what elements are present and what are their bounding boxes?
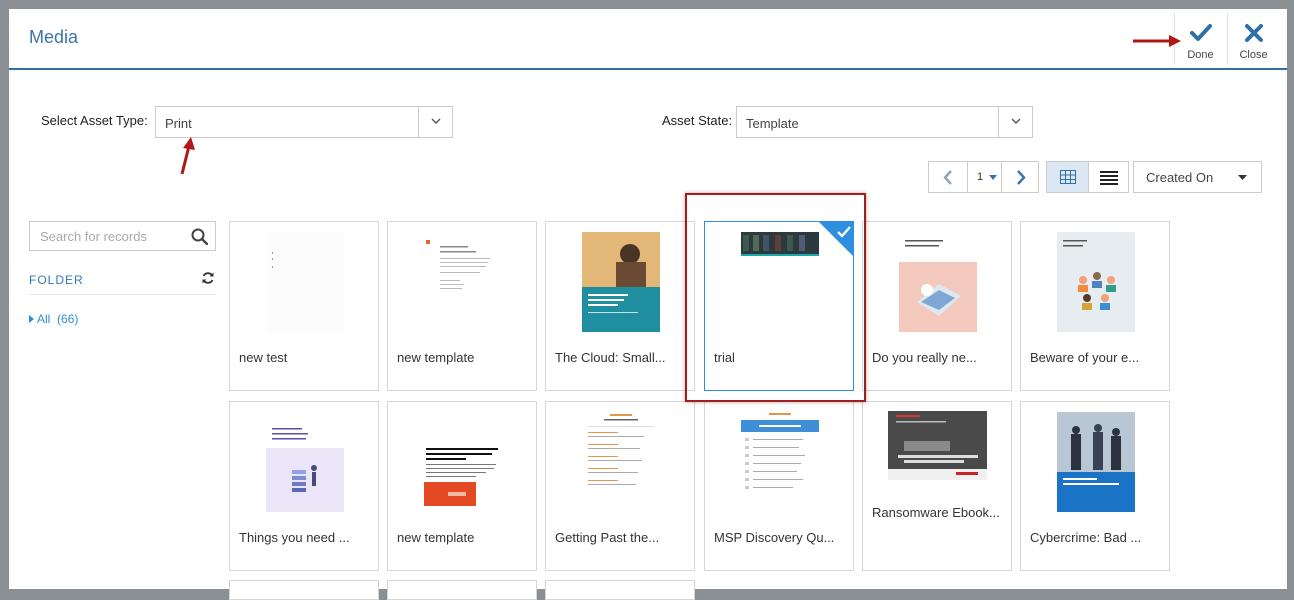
asset-card[interactable]: new template	[387, 401, 537, 571]
annotation-arrow-asset-type	[180, 137, 195, 175]
done-label: Done	[1187, 49, 1214, 61]
refresh-icon[interactable]	[201, 271, 215, 285]
asset-name: The Cloud: Small...	[555, 350, 666, 365]
asset-thumbnail	[424, 412, 502, 512]
asset-name: Beware of your e...	[1030, 350, 1140, 365]
grid-view-button[interactable]	[1046, 161, 1089, 193]
asset-type-value: Print	[165, 116, 192, 131]
asset-card[interactable]: Things you need ...	[229, 401, 379, 571]
asset-name: new template	[397, 530, 475, 545]
asset-state-label: Asset State:	[662, 113, 733, 128]
sort-value: Created On	[1146, 170, 1214, 185]
close-label: Close	[1239, 49, 1268, 61]
modal-header: Media Done Close	[9, 9, 1287, 70]
asset-thumbnail	[582, 232, 660, 332]
prev-page-button[interactable]	[928, 161, 968, 193]
media-modal: Media Done Close Select Asset Type: Prin…	[9, 9, 1287, 600]
asset-name: Ransomware Ebook...	[872, 505, 1000, 520]
asset-state-value: Template	[746, 116, 799, 131]
list-icon	[1100, 171, 1118, 185]
asset-card-selected[interactable]: trial	[704, 221, 854, 391]
next-page-button[interactable]	[1001, 161, 1039, 193]
folder-all-count: (66)	[57, 312, 79, 326]
asset-card[interactable]: MSP Discovery Qu...	[704, 401, 854, 571]
asset-thumbnail	[582, 412, 660, 512]
asset-type-select[interactable]: Print	[155, 106, 453, 138]
grid-icon	[1060, 170, 1076, 184]
chevron-down-icon	[1011, 118, 1021, 124]
asset-thumbnail	[888, 411, 987, 480]
asset-card[interactable]	[545, 580, 695, 600]
asset-card[interactable]	[229, 580, 379, 600]
asset-name: Getting Past the...	[555, 530, 660, 545]
search-box	[29, 221, 216, 251]
search-input[interactable]	[30, 222, 185, 250]
asset-thumbnail	[1057, 232, 1135, 332]
asset-state-select[interactable]: Template	[736, 106, 1033, 138]
sort-select[interactable]: Created On	[1133, 161, 1262, 193]
asset-card[interactable]: new test	[229, 221, 379, 391]
page-number-select[interactable]: 1	[967, 161, 1002, 193]
folder-item-all[interactable]: All (66)	[29, 312, 78, 326]
asset-name: new template	[397, 350, 475, 365]
checkmark-icon	[1189, 24, 1212, 41]
asset-card[interactable]: Cybercrime: Bad ...	[1020, 401, 1170, 571]
modal-title: Media	[29, 27, 79, 47]
asset-card[interactable]: Beware of your e...	[1020, 221, 1170, 391]
asset-card[interactable]: Ransomware Ebook...	[862, 401, 1012, 571]
chevron-left-icon	[943, 170, 952, 185]
asset-thumbnail	[266, 232, 344, 332]
chevron-right-icon	[1017, 170, 1026, 185]
asset-card[interactable]: The Cloud: Small...	[545, 221, 695, 391]
asset-name: new test	[239, 350, 288, 365]
asset-thumbnail	[899, 232, 977, 332]
close-icon	[1244, 24, 1263, 42]
asset-card[interactable]: Getting Past the...	[545, 401, 695, 571]
asset-card[interactable]: new template	[387, 221, 537, 391]
asset-name: Cybercrime: Bad ...	[1030, 530, 1142, 545]
asset-thumbnail	[1057, 412, 1135, 512]
asset-card[interactable]: Do you really ne...	[862, 221, 1012, 391]
asset-name: MSP Discovery Qu...	[714, 530, 835, 545]
chevron-down-icon	[431, 118, 441, 124]
folder-header: FOLDER	[29, 271, 215, 295]
asset-name: trial	[714, 350, 735, 365]
caret-down-icon	[989, 175, 997, 180]
asset-thumbnail	[741, 232, 819, 332]
asset-card[interactable]	[387, 580, 537, 600]
asset-type-label: Select Asset Type:	[41, 113, 148, 128]
asset-thumbnail	[266, 412, 344, 512]
folder-label: FOLDER	[29, 273, 84, 287]
asset-state-dropdown-toggle[interactable]	[998, 107, 1032, 137]
asset-name: Things you need ...	[239, 530, 350, 545]
search-icon[interactable]	[191, 228, 208, 245]
caret-right-icon	[29, 315, 34, 323]
list-view-button[interactable]	[1088, 161, 1129, 193]
folder-all-label: All	[37, 312, 51, 326]
asset-type-dropdown-toggle[interactable]	[418, 107, 452, 137]
checkmark-icon	[837, 226, 851, 238]
asset-name: Do you really ne...	[872, 350, 977, 365]
asset-thumbnail	[741, 412, 819, 512]
asset-thumbnail	[424, 232, 502, 332]
current-page: 1	[977, 171, 984, 183]
close-button[interactable]: Close	[1227, 13, 1279, 65]
caret-down-icon	[1238, 175, 1247, 180]
annotation-arrow-done	[1133, 35, 1181, 47]
